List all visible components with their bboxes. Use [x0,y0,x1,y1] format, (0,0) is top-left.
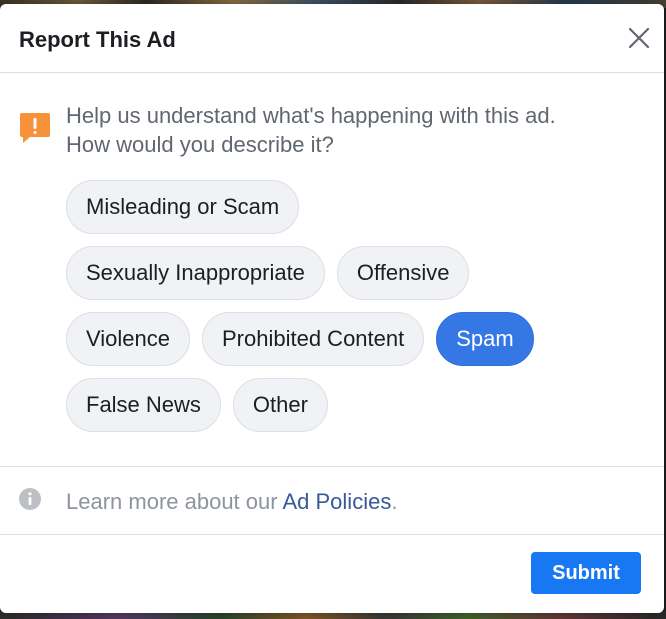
option-misleading-or-scam[interactable]: Misleading or Scam [66,180,300,234]
option-offensive[interactable]: Offensive [336,246,470,300]
prompt-line-2: How would you describe it? [66,132,334,157]
option-other[interactable]: Other [232,378,328,432]
prompt-text: Help us understand what's happening with… [66,101,646,159]
option-row: Sexually Inappropriate Offensive [66,246,626,300]
option-row: Misleading or Scam [66,180,626,234]
option-prohibited-content[interactable]: Prohibited Content [202,312,425,366]
option-violence[interactable]: Violence [66,312,190,366]
warning-speech-bubble-icon [20,113,50,143]
close-button[interactable] [626,25,652,51]
dialog-title: Report This Ad [19,27,176,52]
learn-more-text: Learn more about our Ad Policies. [66,489,397,515]
option-spam[interactable]: Spam [436,312,534,366]
dialog-header: Report This Ad [0,4,664,73]
report-reason-options: Misleading or Scam Sexually Inappropriat… [66,180,626,444]
close-icon [628,27,650,49]
option-sexually-inappropriate[interactable]: Sexually Inappropriate [66,246,325,300]
prompt-line-1: Help us understand what's happening with… [66,103,556,128]
dialog-body: Help us understand what's happening with… [0,73,664,466]
ad-policies-info: Learn more about our Ad Policies. [0,466,664,535]
option-false-news[interactable]: False News [66,378,221,432]
ad-policies-link[interactable]: Ad Policies [282,489,391,514]
learn-more-suffix: . [391,489,398,514]
submit-button[interactable]: Submit [531,552,641,594]
option-row: Violence Prohibited Content Spam [66,312,626,366]
info-icon [19,488,41,510]
learn-more-prefix: Learn more about our [66,489,283,514]
option-row: False News Other [66,378,626,432]
report-ad-dialog: Report This Ad Help us understand what's… [0,4,664,613]
